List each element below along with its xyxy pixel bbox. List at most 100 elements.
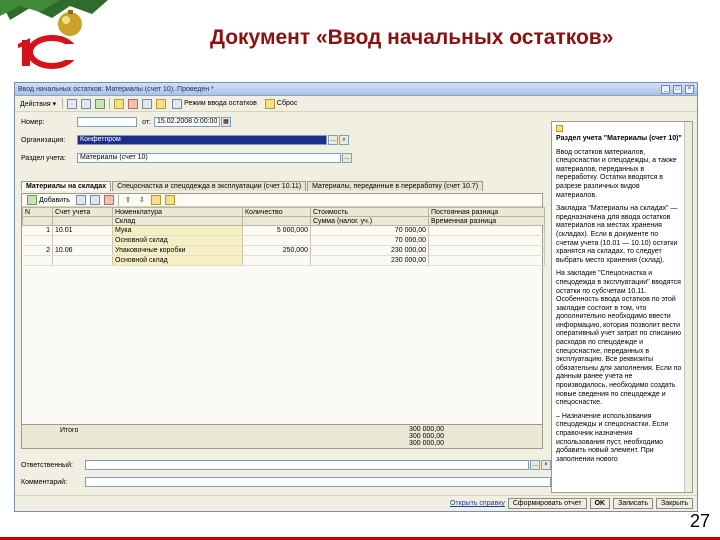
help-label: Сброс [276,100,298,107]
cell-tax-sum[interactable]: 230 000,00 [310,255,429,266]
add-row-button[interactable]: Добавить [25,195,72,205]
save-button[interactable]: Записать [613,498,654,509]
document-toolbar: Действия ▾ Режим ввода остатков Сброс [15,96,697,112]
cell-quantity[interactable]: 250,000 [242,245,311,256]
section-row: Раздел учета: Материалы (счет 10) … [21,153,352,163]
actions-menu-button[interactable]: Действия ▾ [18,100,58,108]
tab-bar: Материалы на складах Спецоснастка и спец… [21,181,484,191]
movements-icon[interactable] [156,98,167,109]
cell-cost[interactable]: 230 000,00 [310,245,429,256]
toolbar-separator [62,98,64,109]
copy-icon[interactable] [81,98,92,109]
date-field[interactable]: 15.02.2008 0:00:00 [154,117,220,127]
col-header-blank [22,216,53,226]
table-row[interactable]: 2 10.06 Упаковочные коробки 250,000 230 … [22,245,545,256]
totals-value: 300 000,00 [408,433,444,440]
organization-label: Организация: [21,136,66,144]
cell-warehouse[interactable]: Основной склад [112,235,243,246]
cell-warehouse[interactable]: Основной склад [112,255,243,266]
cell-quantity[interactable] [242,255,311,266]
col-header-n[interactable]: N [22,207,53,217]
search-icon[interactable]: ⌕ [339,135,349,145]
generate-report-button[interactable]: Сформировать отчет [507,498,587,509]
tab-processing-materials[interactable]: Материалы, переданные в переработку (сче… [307,181,484,191]
input-mode-button[interactable]: Режим ввода остатков [170,98,259,109]
cell-n [22,255,53,266]
window-titlebar: Ввод начальных остатков: Материалы (счет… [15,83,697,96]
help-icon [264,98,275,109]
organization-field[interactable]: Конфетпром [77,135,327,145]
sort-desc-icon[interactable] [164,195,175,205]
sort-asc-icon[interactable] [150,195,161,205]
cell-cost[interactable]: 70 000,00 [310,225,429,236]
materials-table-panel: Добавить ⇧ ⇩ N Счет учета Номенклатура К… [21,193,545,449]
cell-item[interactable]: Упаковочные коробки [112,245,243,256]
cell-quantity[interactable] [242,235,311,246]
col-header-tax-sum[interactable]: Сумма (налог. уч.) [310,216,429,226]
structure-icon[interactable] [142,98,153,109]
cell-account[interactable] [52,235,113,246]
number-field[interactable] [77,117,137,127]
slide-title: Документ «Ввод начальных остатков» [210,26,614,49]
delete-row-icon[interactable] [103,195,114,205]
choose-organization-button[interactable]: … [328,135,338,145]
cell-diff[interactable] [428,255,545,266]
close-window-button[interactable]: Закрыть [656,498,693,509]
tab-special-equipment[interactable]: Спецоснастка и спецодежда в эксплуатации… [112,181,307,191]
section-field[interactable]: Материалы (счет 10) [77,153,341,163]
move-up-button[interactable]: ⇧ [123,196,133,204]
minimize-button[interactable]: _ [661,84,670,94]
help-scrollbar[interactable] [684,122,692,492]
table-row[interactable]: Основной склад 230 000,00 [22,255,545,266]
help-paragraph: На закладке "Спецоснастка и спецодежда в… [556,270,682,407]
responsible-field[interactable] [85,460,529,470]
ok-button[interactable]: OK [589,498,611,509]
col-header-temp-diff[interactable]: Временная разница [428,216,545,226]
tab-materials-warehouses[interactable]: Материалы на складах [21,181,112,191]
copy-row-icon[interactable] [75,195,86,205]
close-button[interactable]: × [685,84,694,94]
edit-row-icon[interactable] [89,195,100,205]
post-icon[interactable] [114,98,125,109]
responsible-row: Ответственный: … × [21,460,551,470]
col-header-warehouse[interactable]: Склад [112,216,243,226]
comment-label: Комментарий: [21,478,68,486]
totals-value: 300 000,00 [408,440,444,447]
table-row[interactable]: 1 10.01 Мука 5 000,000 70 000,00 [22,225,545,236]
cell-tax-sum[interactable]: 70 000,00 [310,235,429,246]
comment-row: Комментарий: [21,477,551,487]
date-label: от: [142,118,151,126]
cell-item[interactable]: Мука [112,225,243,236]
cell-diff[interactable] [428,225,545,236]
cell-account[interactable] [52,255,113,266]
unpost-icon[interactable] [128,98,139,109]
col-header-account[interactable]: Счет учета [52,207,113,217]
clear-responsible-button[interactable]: × [541,460,551,470]
cell-account[interactable]: 10.01 [52,225,113,236]
cell-diff[interactable] [428,245,545,256]
move-down-button[interactable]: ⇩ [137,196,147,204]
open-help-link[interactable]: Открыть справку [450,500,505,507]
table-row[interactable]: Основной склад 70 000,00 [22,235,545,246]
col-header-quantity[interactable]: Количество [242,207,311,217]
col-header-cost[interactable]: Стоимость [310,207,429,217]
calendar-icon[interactable]: ▦ [221,117,231,127]
toolbar-separator [109,98,111,109]
organization-row: Организация: Конфетпром … ⌕ [21,135,349,145]
save-icon[interactable] [95,98,106,109]
help-button[interactable]: Сброс [263,98,299,109]
cell-n: 2 [22,245,53,256]
choose-responsible-button[interactable]: … [530,460,540,470]
cell-account[interactable]: 10.06 [52,245,113,256]
cell-diff[interactable] [428,235,545,246]
col-header-item[interactable]: Номенклатура [112,207,243,217]
col-header-blank [52,216,113,226]
maximize-button[interactable]: □ [673,84,682,94]
choose-section-button[interactable]: … [342,153,352,163]
col-header-perm-diff[interactable]: Постоянная разница [428,207,545,217]
comment-field[interactable] [85,477,551,487]
new-document-icon[interactable] [67,98,78,109]
cell-quantity[interactable]: 5 000,000 [242,225,311,236]
document-window: Ввод начальных остатков: Материалы (счет… [14,82,698,512]
totals-row: Итого 300 000,00 300 000,00 300 000,00 [22,424,542,448]
